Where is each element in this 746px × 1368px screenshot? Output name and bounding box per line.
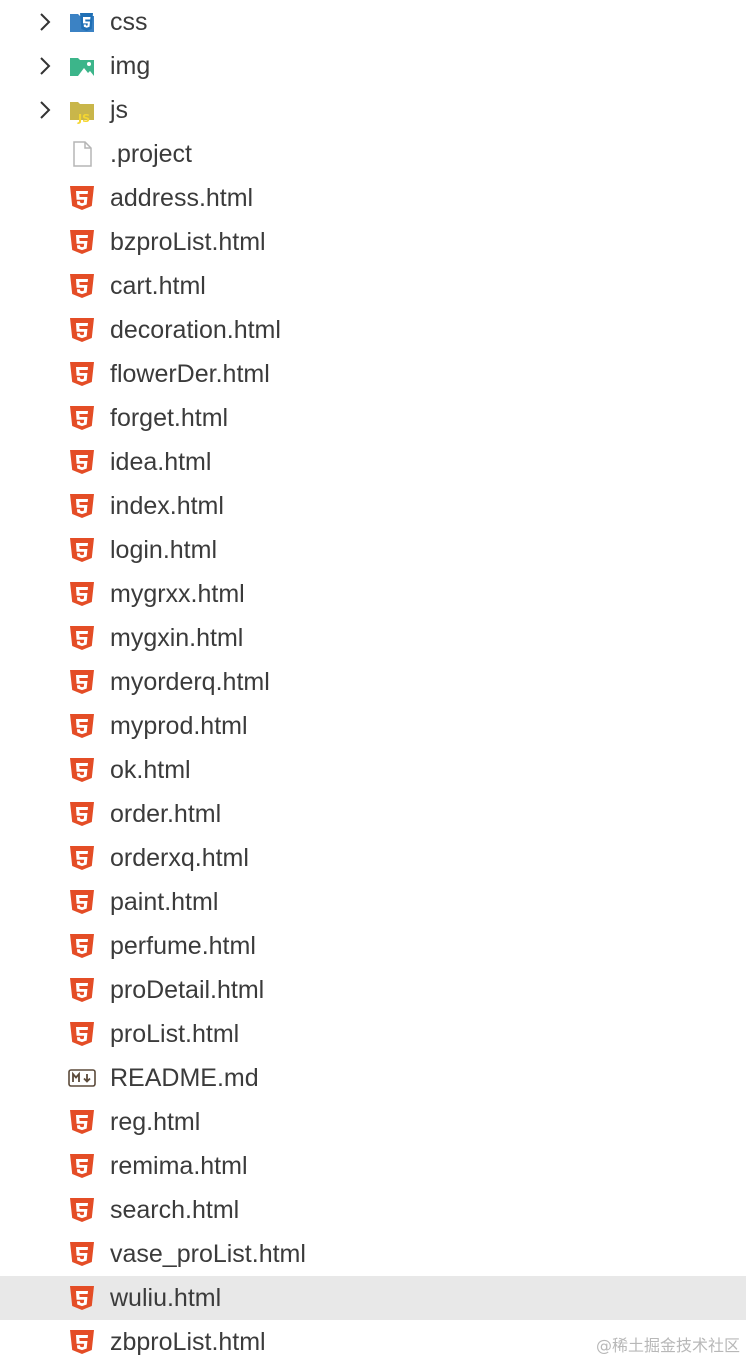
html5-icon <box>70 1198 94 1222</box>
chevron-right-icon[interactable] <box>35 11 55 33</box>
html5-icon <box>70 1330 94 1354</box>
file-row[interactable]: address.html <box>0 176 746 220</box>
html5-icon <box>70 450 94 474</box>
file-row[interactable]: vase_proList.html <box>0 1232 746 1276</box>
file-label: mygrxx.html <box>110 580 245 608</box>
file-label: cart.html <box>110 272 206 300</box>
css-folder-icon <box>70 13 94 32</box>
html5-icon <box>70 802 94 826</box>
file-label: README.md <box>110 1064 259 1092</box>
file-row[interactable]: bzproList.html <box>0 220 746 264</box>
file-row[interactable]: flowerDer.html <box>0 352 746 396</box>
file-label: proList.html <box>110 1020 240 1048</box>
js-folder-label: js <box>110 96 129 124</box>
chevron-right-icon[interactable] <box>35 99 55 121</box>
watermark-text: @稀土掘金技术社区 <box>595 1336 740 1355</box>
file-row[interactable]: decoration.html <box>0 308 746 352</box>
html5-icon <box>70 538 94 562</box>
file-row[interactable]: perfume.html <box>0 924 746 968</box>
html5-icon <box>70 230 94 254</box>
file-row[interactable]: mygrxx.html <box>0 572 746 616</box>
img-folder-label: img <box>110 52 151 80</box>
file-label: index.html <box>110 492 224 520</box>
file-label: .project <box>110 140 192 168</box>
file-explorer-tree: css img JS js .project address.html bzpr… <box>0 0 746 1364</box>
css-folder-label: css <box>110 8 148 36</box>
file-label: wuliu.html <box>110 1284 222 1312</box>
html5-icon <box>70 494 94 518</box>
file-label: zbproList.html <box>110 1328 266 1356</box>
file-row-selected[interactable]: wuliu.html <box>0 1276 746 1320</box>
generic-file-icon <box>73 141 92 167</box>
file-row[interactable]: proDetail.html <box>0 968 746 1012</box>
file-label: myprod.html <box>110 712 248 740</box>
file-row[interactable]: order.html <box>0 792 746 836</box>
html5-icon <box>70 626 94 650</box>
file-label: decoration.html <box>110 316 281 344</box>
file-label: idea.html <box>110 448 212 476</box>
chevron-right-icon[interactable] <box>35 55 55 77</box>
file-row[interactable]: idea.html <box>0 440 746 484</box>
html5-icon <box>70 274 94 298</box>
file-label: proDetail.html <box>110 976 265 1004</box>
html5-icon <box>70 670 94 694</box>
html5-icon <box>70 934 94 958</box>
file-row[interactable]: remima.html <box>0 1144 746 1188</box>
file-row[interactable]: index.html <box>0 484 746 528</box>
file-label: myorderq.html <box>110 668 270 696</box>
html5-icon <box>70 1022 94 1046</box>
file-row[interactable]: orderxq.html <box>0 836 746 880</box>
file-row[interactable]: search.html <box>0 1188 746 1232</box>
js-folder-row[interactable]: JS js <box>0 88 746 132</box>
markdown-icon <box>68 1069 96 1087</box>
file-label: bzproList.html <box>110 228 266 256</box>
file-label: flowerDer.html <box>110 360 270 388</box>
html5-icon <box>70 1242 94 1266</box>
file-label: address.html <box>110 184 254 212</box>
html5-icon <box>70 362 94 386</box>
file-row[interactable]: README.md <box>0 1056 746 1100</box>
html5-icon <box>70 406 94 430</box>
file-label: perfume.html <box>110 932 256 960</box>
file-row[interactable]: myorderq.html <box>0 660 746 704</box>
file-row[interactable]: proList.html <box>0 1012 746 1056</box>
file-row[interactable]: cart.html <box>0 264 746 308</box>
html5-icon <box>70 582 94 606</box>
image-folder-icon <box>70 58 94 76</box>
file-label: reg.html <box>110 1108 201 1136</box>
file-label: ok.html <box>110 756 191 784</box>
html5-icon <box>70 318 94 342</box>
html5-icon <box>70 1154 94 1178</box>
file-row[interactable]: ok.html <box>0 748 746 792</box>
file-label: order.html <box>110 800 222 828</box>
css-folder-row[interactable]: css <box>0 0 746 44</box>
html5-icon <box>70 1110 94 1134</box>
file-label: search.html <box>110 1196 240 1224</box>
file-label: orderxq.html <box>110 844 249 872</box>
file-row[interactable]: .project <box>0 132 746 176</box>
file-row[interactable]: myprod.html <box>0 704 746 748</box>
svg-text:JS: JS <box>77 112 90 124</box>
file-label: vase_proList.html <box>110 1240 306 1268</box>
file-label: login.html <box>110 536 217 564</box>
file-row[interactable]: mygxin.html <box>0 616 746 660</box>
file-label: forget.html <box>110 404 229 432</box>
html5-icon <box>70 186 94 210</box>
html5-icon <box>70 758 94 782</box>
html5-icon <box>70 714 94 738</box>
file-row[interactable]: forget.html <box>0 396 746 440</box>
file-label: mygxin.html <box>110 624 244 652</box>
html5-icon <box>70 846 94 870</box>
file-row[interactable]: paint.html <box>0 880 746 924</box>
html5-icon <box>70 978 94 1002</box>
js-folder-icon: JS <box>70 102 94 124</box>
html5-icon <box>70 890 94 914</box>
html5-icon <box>70 1286 94 1310</box>
file-row[interactable]: login.html <box>0 528 746 572</box>
file-label: remima.html <box>110 1152 248 1180</box>
file-label: paint.html <box>110 888 219 916</box>
img-folder-row[interactable]: img <box>0 44 746 88</box>
file-row[interactable]: reg.html <box>0 1100 746 1144</box>
